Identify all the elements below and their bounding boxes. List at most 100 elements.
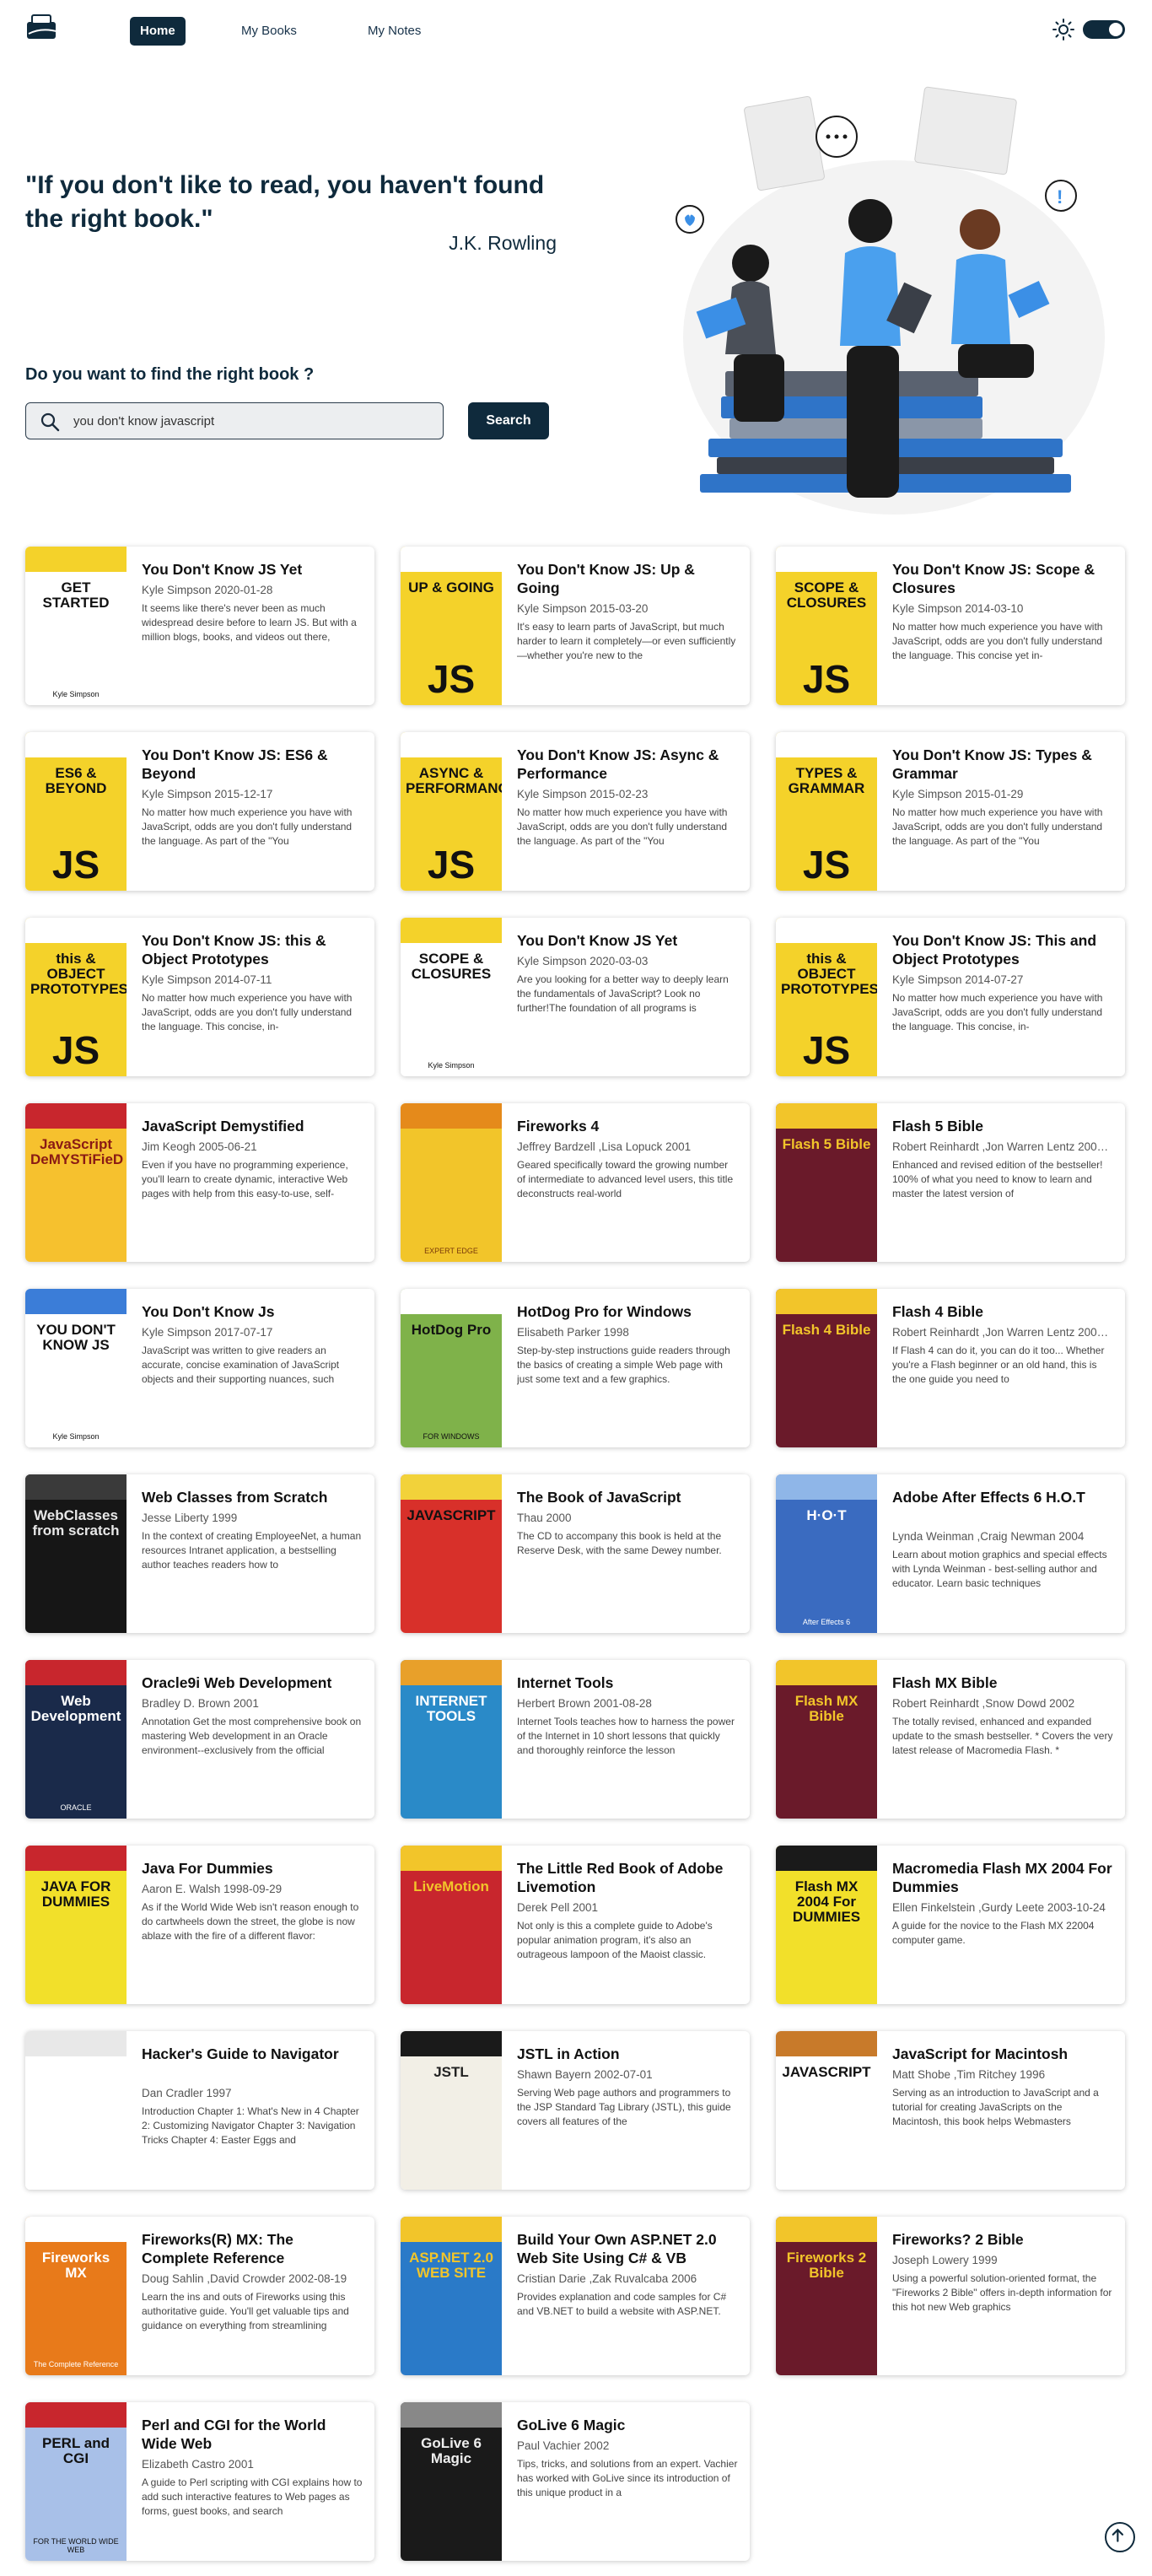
book-title[interactable]: You Don't Know JS: ES6 & Beyond	[142, 746, 363, 783]
book-title[interactable]: You Don't Know JS: Scope & Closures	[892, 560, 1113, 597]
book-card[interactable]: WebClasses from scratch Web Classes from …	[25, 1474, 374, 1633]
book-title[interactable]: Oracle9i Web Development	[142, 1673, 363, 1692]
book-title[interactable]: Fireworks? 2 Bible	[892, 2230, 1113, 2249]
search-button[interactable]: Search	[468, 402, 549, 439]
nav-home[interactable]: Home	[130, 17, 186, 46]
book-cover[interactable]: JAVASCRIPT	[401, 1474, 502, 1633]
book-title[interactable]: Java For Dummies	[142, 1859, 363, 1878]
book-title[interactable]: Macromedia Flash MX 2004 For Dummies	[892, 1859, 1113, 1896]
book-cover[interactable]: PERL and CGI FOR THE WORLD WIDE WEB	[25, 2402, 127, 2561]
book-cover[interactable]: JAVA FOR DUMMIES	[25, 1846, 127, 2004]
book-cover[interactable]: GET STARTED Kyle Simpson	[25, 547, 127, 705]
book-title[interactable]: You Don't Know Js	[142, 1302, 363, 1321]
book-cover[interactable]: EXPERT EDGE	[401, 1103, 502, 1262]
book-cover[interactable]: ASYNC & PERFORMANCE JS	[401, 732, 502, 891]
book-title[interactable]: You Don't Know JS Yet	[142, 560, 363, 579]
book-card[interactable]: INTERNET TOOLS Internet Tools Herbert Brow…	[401, 1660, 750, 1819]
book-card[interactable]: Fireworks 2 Bible Fireworks? 2 Bible Josep…	[776, 2217, 1125, 2375]
book-title[interactable]: The Little Red Book of Adobe Livemotion	[517, 1859, 738, 1896]
book-card[interactable]: this & OBJECT PROTOTYPES JS You Don't Know…	[776, 918, 1125, 1076]
book-cover[interactable]: Flash 4 Bible	[776, 1289, 877, 1447]
book-card[interactable]: Flash MX Bible Flash MX Bible Robert Reinh…	[776, 1660, 1125, 1819]
book-card[interactable]: JAVA FOR DUMMIES Java For Dummies Aaron E.…	[25, 1846, 374, 2004]
book-cover[interactable]: H·O·T After Effects 6	[776, 1474, 877, 1633]
book-title[interactable]: Internet Tools	[517, 1673, 738, 1692]
book-card[interactable]: ASYNC & PERFORMANCE JS You Don't Know JS: …	[401, 732, 750, 891]
book-card[interactable]: LiveMotion The Little Red Book of Adobe L…	[401, 1846, 750, 2004]
book-cover[interactable]: GoLive 6 Magic	[401, 2402, 502, 2561]
book-card[interactable]: H·O·T After Effects 6 Adobe After Effects …	[776, 1474, 1125, 1633]
book-title[interactable]: You Don't Know JS: This and Object Proto…	[892, 931, 1113, 968]
book-cover[interactable]: SCOPE & CLOSURES Kyle Simpson	[401, 918, 502, 1076]
book-cover[interactable]: Fireworks 2 Bible	[776, 2217, 877, 2375]
book-cover[interactable]: Fireworks MX The Complete Reference	[25, 2217, 127, 2375]
book-cover[interactable]: LiveMotion	[401, 1846, 502, 2004]
book-card[interactable]: ASP.NET 2.0 WEB SITE Build Your Own ASP.N…	[401, 2217, 750, 2375]
book-cover[interactable]: ES6 & BEYOND JS	[25, 732, 127, 891]
book-title[interactable]: The Book of JavaScript	[517, 1488, 738, 1506]
book-cover[interactable]: UP & GOING JS	[401, 547, 502, 705]
book-card[interactable]: HotDog Pro FOR WINDOWS HotDog Pro for Wind…	[401, 1289, 750, 1447]
book-card[interactable]: UP & GOING JS You Don't Know JS: Up & Goin…	[401, 547, 750, 705]
book-cover[interactable]: SCOPE & CLOSURES JS	[776, 547, 877, 705]
book-title[interactable]: JavaScript Demystified	[142, 1117, 363, 1135]
book-cover[interactable]: Web Development ORACLE	[25, 1660, 127, 1819]
book-card[interactable]: YOU DON'T KNOW JS Kyle Simpson You Don't K…	[25, 1289, 374, 1447]
nav-my-books[interactable]: My Books	[231, 17, 307, 46]
book-cover[interactable]: Flash MX 2004 For DUMMIES	[776, 1846, 877, 2004]
book-card[interactable]: PERL and CGI FOR THE WORLD WIDE WEB Perl a…	[25, 2402, 374, 2561]
book-title[interactable]: You Don't Know JS Yet	[517, 931, 738, 950]
book-title[interactable]: You Don't Know JS: Types & Grammar	[892, 746, 1113, 783]
book-card[interactable]: this & OBJECT PROTOTYPES JS You Don't Know…	[25, 918, 374, 1076]
book-title[interactable]: HotDog Pro for Windows	[517, 1302, 738, 1321]
book-card[interactable]: ES6 & BEYOND JS You Don't Know JS: ES6 & B…	[25, 732, 374, 891]
book-cover[interactable]: Flash 5 Bible	[776, 1103, 877, 1262]
book-card[interactable]: Flash MX 2004 For DUMMIES Macromedia Flas…	[776, 1846, 1125, 2004]
book-card[interactable]: JAVASCRIPT JavaScript for Macintosh Matt S…	[776, 2031, 1125, 2190]
book-title[interactable]: Perl and CGI for the World Wide Web	[142, 2416, 363, 2453]
book-card[interactable]: SCOPE & CLOSURES JS You Don't Know JS: Sco…	[776, 547, 1125, 705]
book-card[interactable]: Fireworks MX The Complete Reference Firewo…	[25, 2217, 374, 2375]
theme-toggle[interactable]	[1083, 20, 1125, 39]
book-card[interactable]: SCOPE & CLOSURES Kyle Simpson You Don't Kn…	[401, 918, 750, 1076]
book-card[interactable]: GET STARTED Kyle Simpson You Don't Know JS…	[25, 547, 374, 705]
book-title[interactable]: Build Your Own ASP.NET 2.0 Web Site Usin…	[517, 2230, 738, 2267]
nav-my-notes[interactable]: My Notes	[358, 17, 431, 46]
book-card[interactable]: JavaScript DeMYSTiFieD JavaScript Demysti…	[25, 1103, 374, 1262]
book-card[interactable]: Flash 5 Bible Flash 5 Bible Robert Reinhar…	[776, 1103, 1125, 1262]
book-card[interactable]: Web Development ORACLE Oracle9i Web Develo…	[25, 1660, 374, 1819]
book-cover[interactable]: JSTL	[401, 2031, 502, 2190]
book-title[interactable]: JavaScript for Macintosh	[892, 2045, 1113, 2063]
search-input[interactable]	[73, 408, 436, 434]
book-cover[interactable]: this & OBJECT PROTOTYPES JS	[776, 918, 877, 1076]
book-cover[interactable]	[25, 2031, 127, 2190]
book-title[interactable]: Flash 4 Bible	[892, 1302, 1113, 1321]
book-card[interactable]: EXPERT EDGE Fireworks 4 Jeffrey Bardzell ,…	[401, 1103, 750, 1262]
book-title[interactable]: Fireworks 4	[517, 1117, 738, 1135]
book-logo-icon[interactable]	[25, 13, 61, 42]
book-card[interactable]: JAVASCRIPT The Book of JavaScript Thau 200…	[401, 1474, 750, 1633]
book-cover[interactable]: this & OBJECT PROTOTYPES JS	[25, 918, 127, 1076]
book-card[interactable]: Hacker's Guide to Navigator Dan Cradler 1…	[25, 2031, 374, 2190]
book-title[interactable]: Fireworks(R) MX: The Complete Reference	[142, 2230, 363, 2267]
book-cover[interactable]: HotDog Pro FOR WINDOWS	[401, 1289, 502, 1447]
book-title[interactable]: Web Classes from Scratch	[142, 1488, 363, 1506]
book-title[interactable]: Adobe After Effects 6 H.O.T	[892, 1488, 1113, 1506]
scroll-to-top-button[interactable]	[1105, 2522, 1135, 2552]
book-title[interactable]: You Don't Know JS: Up & Going	[517, 560, 738, 597]
book-title[interactable]: GoLive 6 Magic	[517, 2416, 738, 2434]
book-cover[interactable]: ASP.NET 2.0 WEB SITE	[401, 2217, 502, 2375]
book-card[interactable]: Flash 4 Bible Flash 4 Bible Robert Reinhar…	[776, 1289, 1125, 1447]
book-cover[interactable]: JavaScript DeMYSTiFieD	[25, 1103, 127, 1262]
book-cover[interactable]: Flash MX Bible	[776, 1660, 877, 1819]
book-title[interactable]: Flash 5 Bible	[892, 1117, 1113, 1135]
book-cover[interactable]: YOU DON'T KNOW JS Kyle Simpson	[25, 1289, 127, 1447]
book-title[interactable]: JSTL in Action	[517, 2045, 738, 2063]
book-title[interactable]: Hacker's Guide to Navigator	[142, 2045, 363, 2063]
book-title[interactable]: Flash MX Bible	[892, 1673, 1113, 1692]
book-card[interactable]: JSTL JSTL in Action Shawn Bayern 2002-07-0…	[401, 2031, 750, 2190]
book-cover[interactable]: TYPES & GRAMMAR JS	[776, 732, 877, 891]
book-card[interactable]: TYPES & GRAMMAR JS You Don't Know JS: Type…	[776, 732, 1125, 891]
book-cover[interactable]: WebClasses from scratch	[25, 1474, 127, 1633]
book-title[interactable]: You Don't Know JS: this & Object Prototy…	[142, 931, 363, 968]
